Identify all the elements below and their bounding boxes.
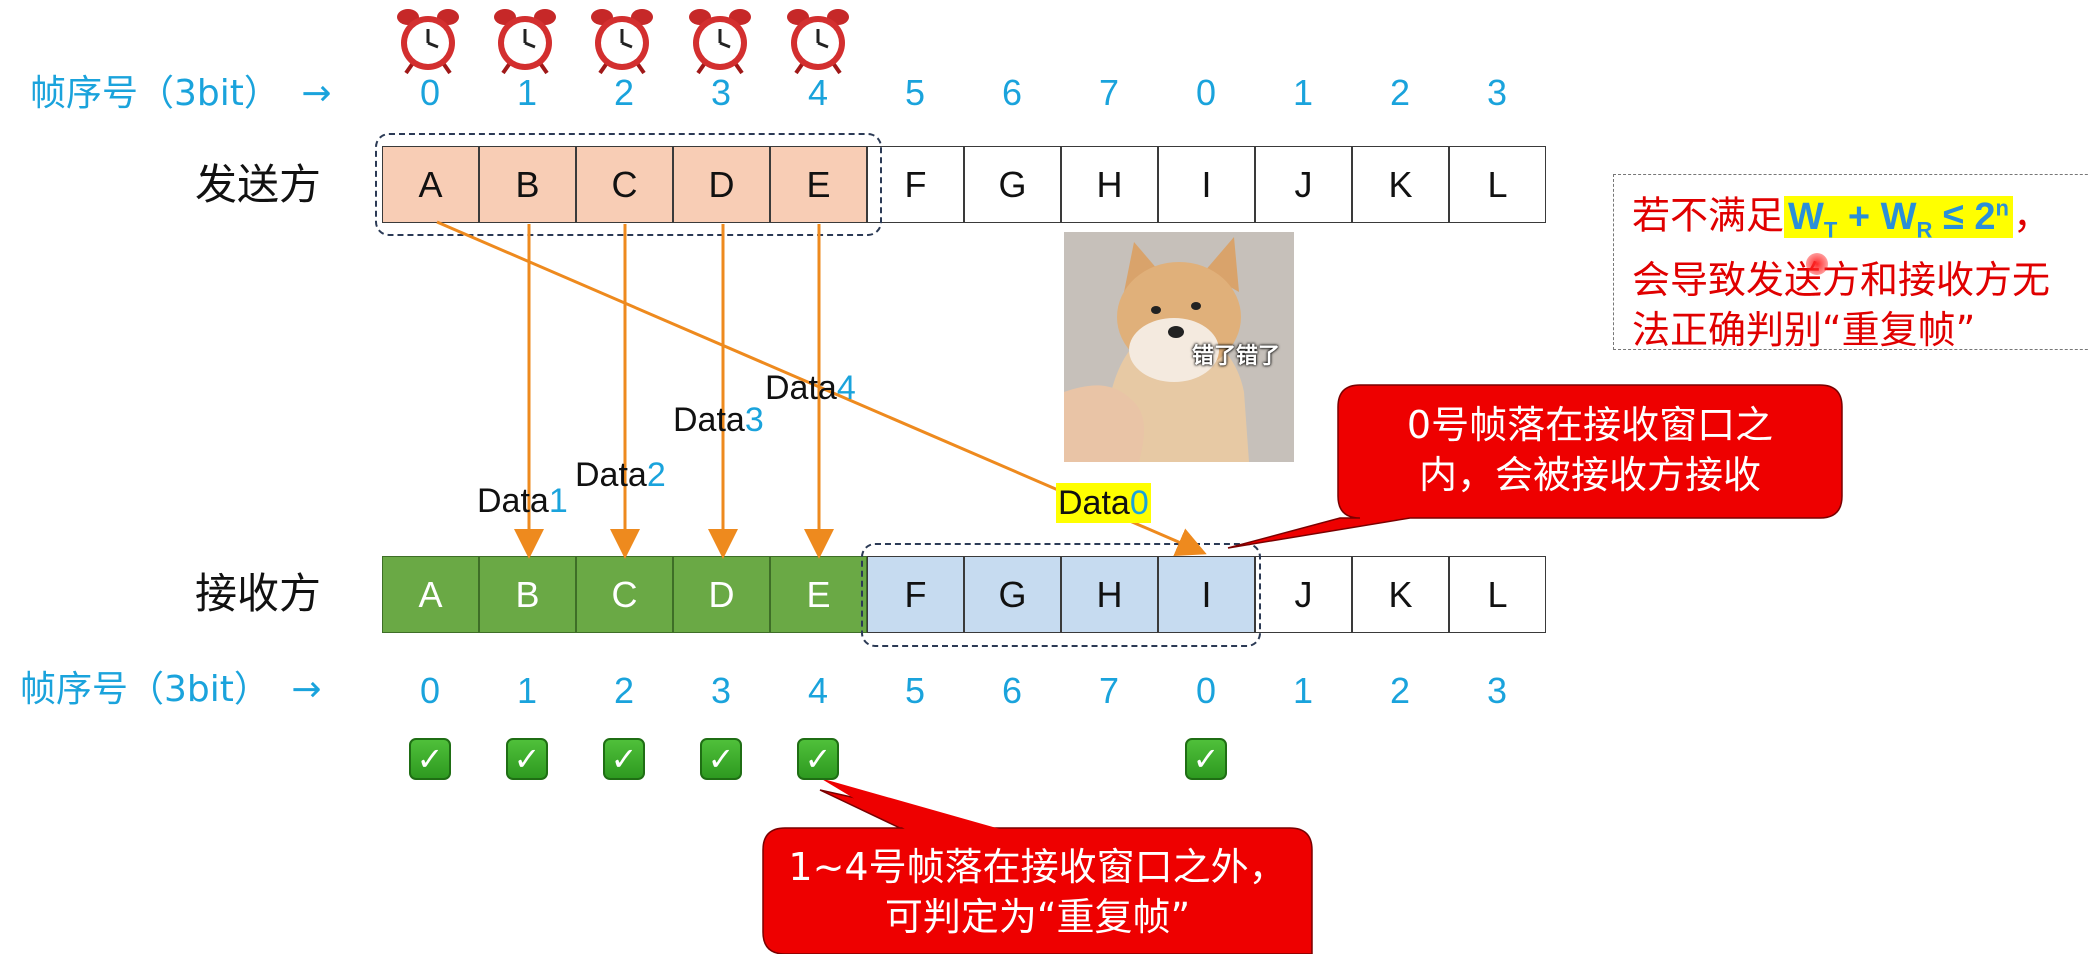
check-icon: ✓ — [409, 738, 451, 780]
bottom-callout: 1~4号帧落在接收窗口之外， 可判定为“重复帧” — [763, 842, 1312, 942]
top-callout: 0号帧落在接收窗口之 内，会被接收方接收 — [1338, 400, 1842, 500]
bottom-callout-line-2: 可判定为“重复帧” — [884, 895, 1191, 939]
check-icon: ✓ — [797, 738, 839, 780]
check-icon: ✓ — [700, 738, 742, 780]
top-callout-line-2: 内，会被接收方接收 — [1418, 453, 1761, 497]
check-icon: ✓ — [1185, 738, 1227, 780]
check-icon: ✓ — [506, 738, 548, 780]
bottom-callout-line-1: 1~4号帧落在接收窗口之外， — [788, 845, 1287, 889]
top-callout-line-1: 0号帧落在接收窗口之 — [1406, 403, 1774, 447]
check-icon: ✓ — [603, 738, 645, 780]
